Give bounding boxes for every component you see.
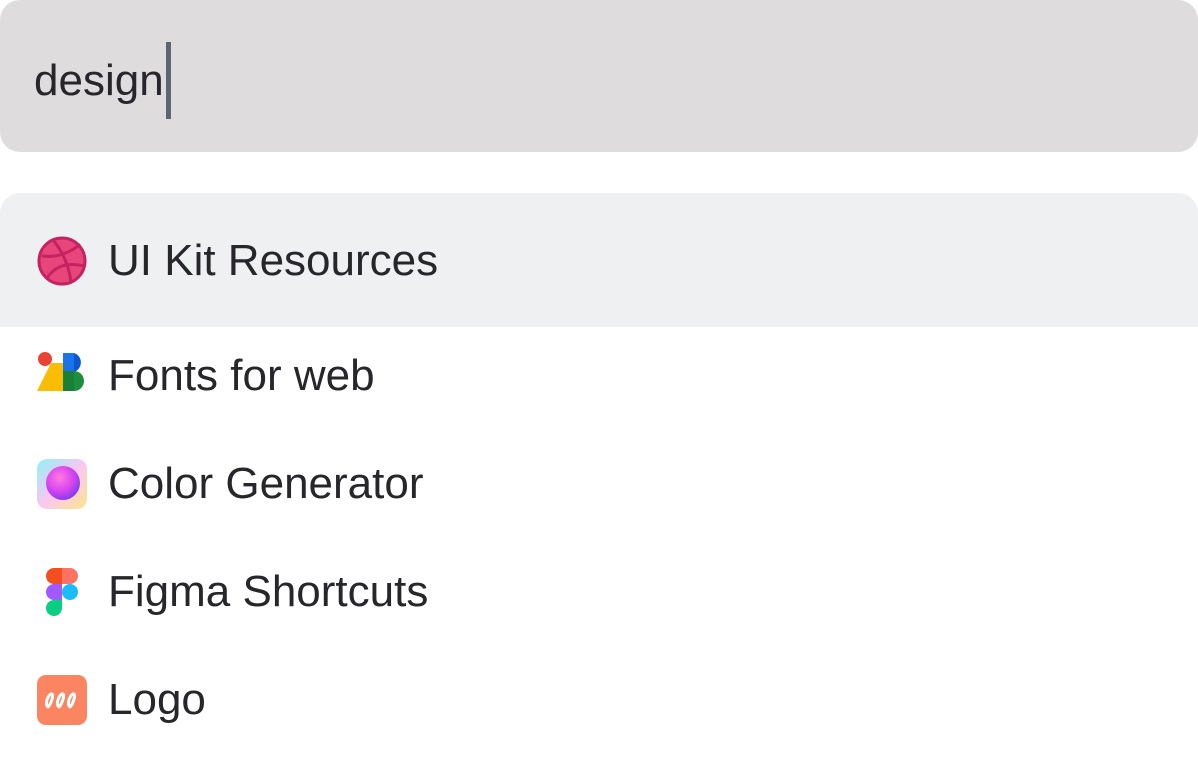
dribbble-icon — [37, 236, 87, 286]
search-input[interactable]: design — [34, 42, 171, 119]
list-item-fonts-for-web[interactable]: Fonts for web — [0, 327, 1198, 435]
text-caret — [165, 42, 171, 119]
list-item-label: Color Generator — [108, 459, 424, 508]
color-gradient-icon — [37, 459, 87, 509]
list-item-label: UI Kit Resources — [108, 236, 439, 285]
figma-icon — [37, 567, 87, 617]
logo-app-icon — [37, 675, 87, 725]
list-item-figma-shortcuts[interactable]: Figma Shortcuts — [0, 543, 1198, 651]
google-fonts-icon — [37, 351, 87, 401]
search-bar[interactable]: design — [0, 0, 1198, 152]
list-item-label: Fonts for web — [108, 351, 375, 400]
list-item-label: Logo — [108, 675, 206, 724]
results-list: UI Kit Resources Fonts for web Color Gen… — [0, 193, 1198, 759]
list-item-color-generator[interactable]: Color Generator — [0, 435, 1198, 543]
search-input-text: design — [34, 56, 164, 106]
list-item-logo[interactable]: Logo — [0, 651, 1198, 759]
list-item-ui-kit-resources[interactable]: UI Kit Resources — [0, 193, 1198, 327]
list-item-label: Figma Shortcuts — [108, 567, 429, 616]
